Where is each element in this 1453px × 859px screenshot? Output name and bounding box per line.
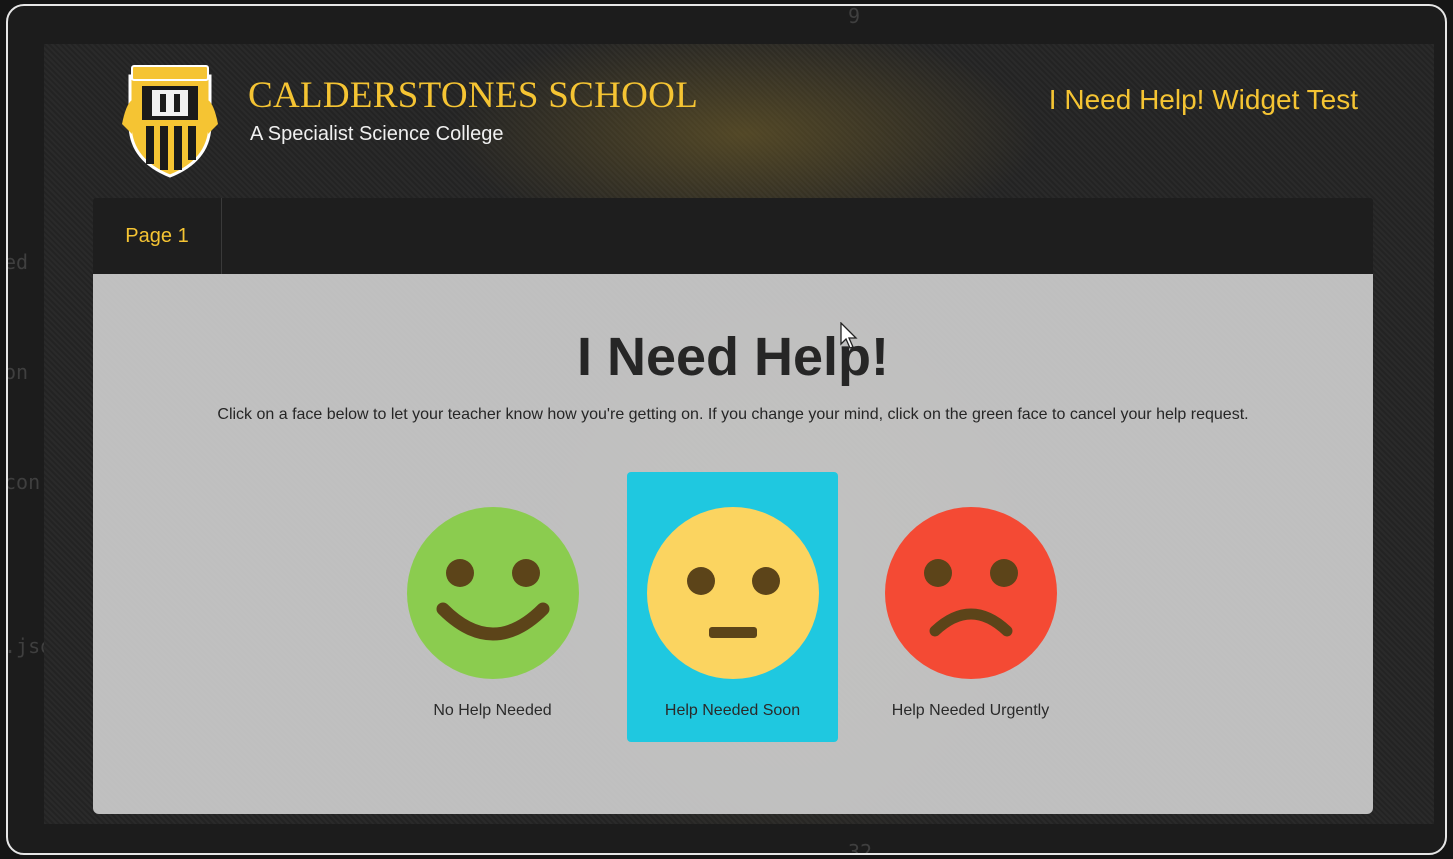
neutral-face-icon[interactable]	[647, 507, 819, 679]
help-panel: I Need Help! Click on a face below to le…	[93, 274, 1373, 814]
school-name: CALDERSTONES SCHOOL	[248, 75, 699, 116]
page-heading: I Need Help!	[576, 327, 890, 387]
navbar: Page 1	[93, 198, 1373, 274]
school-subtitle: A Specialist Science College	[250, 123, 504, 145]
tab-page-1[interactable]: Page 1	[93, 198, 222, 274]
option-help-needed-urgently[interactable]: Help Needed Urgently	[865, 472, 1076, 742]
widget-title: I Need Help! Widget Test	[1048, 84, 1358, 115]
option-label: No Help Needed	[433, 702, 552, 719]
option-no-help-needed[interactable]: No Help Needed	[387, 472, 598, 742]
option-help-needed-soon[interactable]: Help Needed Soon	[627, 472, 838, 742]
happy-face-icon[interactable]	[407, 507, 579, 679]
mouse-cursor-icon	[840, 322, 858, 349]
option-label: Help Needed Soon	[664, 702, 801, 719]
sad-face-icon[interactable]	[885, 507, 1057, 679]
screen-frame: 9 32 ed on con .jso CALDERSTONES SCHOOL …	[6, 4, 1447, 855]
instructions-text: Click on a face below to let your teache…	[217, 406, 1249, 423]
option-label: Help Needed Urgently	[891, 702, 1050, 719]
widget-stage: CALDERSTONES SCHOOL A Specialist Science…	[44, 44, 1434, 824]
school-crest-logo	[122, 65, 218, 178]
